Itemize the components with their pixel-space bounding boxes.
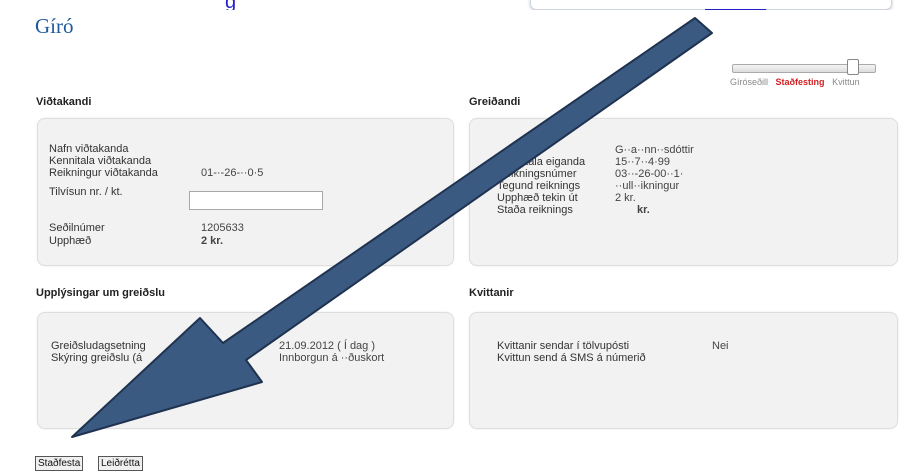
top-cropped-strip: g (0, 0, 906, 10)
step-stadfesting: Staðfesting (775, 77, 825, 87)
receipts-panel: Kvittanir sendar í tölvupósti Nei Kvittu… (469, 312, 898, 429)
step-kvittun: Kvittun (832, 77, 860, 87)
receiver-heading: Viðtakandi (36, 96, 92, 108)
correct-button[interactable]: Leiðrétta (98, 456, 143, 471)
payer-panel: G··a··nn··sdóttir Kennitala eiganda 15··… (469, 118, 898, 266)
step-giroseðill: Gíróseðill (730, 77, 769, 87)
receipts-heading: Kvittanir (469, 287, 514, 299)
progress-knob (847, 59, 859, 75)
progress-steps: Gíróseðill Staðfesting Kvittun (730, 77, 865, 87)
confirm-button[interactable]: Staðfesta (35, 456, 84, 471)
progress-indicator: Gíróseðill Staðfesting Kvittun (730, 58, 900, 88)
receiver-panel: Nafn viðtakanda Kennitala viðtakanda Rei… (37, 118, 454, 266)
payer-heading: Greiðandi (469, 96, 521, 108)
payer-balance: kr. (637, 204, 650, 216)
receiver-amount: 2 kr. (201, 235, 224, 247)
payment-panel: Greiðsludagsetning 21.09.2012 ( Í dag ) … (37, 312, 454, 429)
page-title: Gíró (35, 14, 74, 38)
top-cropped-link[interactable] (705, 0, 766, 10)
top-cropped-text: g (225, 0, 237, 10)
payment-heading: Upplýsingar um greiðslu (36, 287, 165, 299)
reference-input[interactable] (189, 191, 323, 210)
